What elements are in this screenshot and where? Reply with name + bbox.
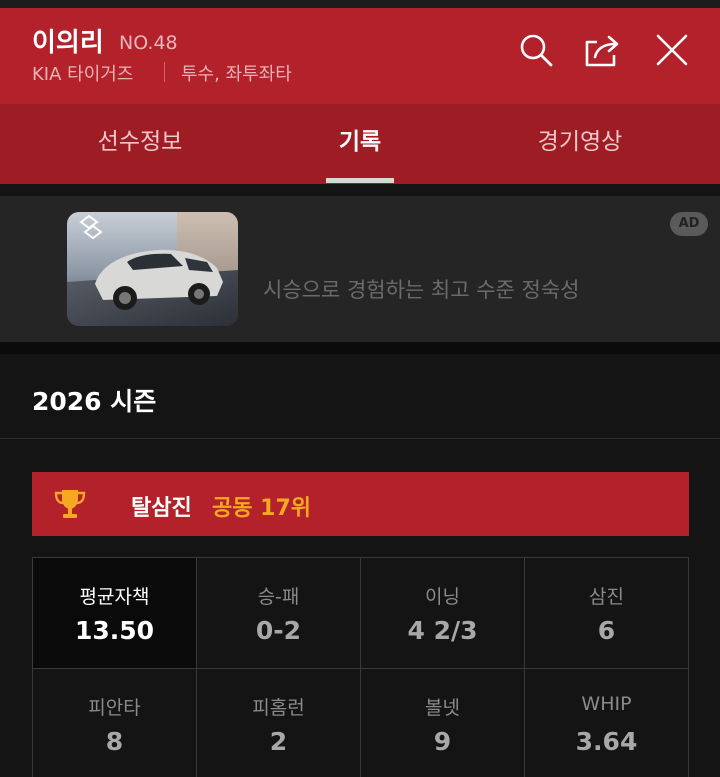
stat-value: 2 — [269, 727, 288, 756]
player-name: 이의리 — [32, 28, 104, 58]
stat-label: 이닝 — [425, 586, 460, 608]
stat-value: 6 — [597, 616, 616, 645]
stat-cell-innings[interactable]: 이닝 4 2/3 — [361, 558, 525, 669]
rank-value: 공동 17위 — [212, 496, 311, 521]
stat-value: 0-2 — [255, 616, 302, 645]
stat-cell-walks[interactable]: 볼넷 9 — [361, 669, 525, 777]
stat-cell-hits-allowed[interactable]: 피안타 8 — [33, 669, 197, 777]
header-divider — [164, 62, 165, 82]
stat-cell-home-runs-allowed[interactable]: 피홈런 2 — [197, 669, 361, 777]
stat-cell-strikeouts[interactable]: 삼진 6 — [525, 558, 689, 669]
stat-label: WHIP — [581, 693, 632, 715]
team-name[interactable]: KIA 타이거즈 — [32, 60, 133, 86]
stat-value: 3.64 — [575, 727, 638, 756]
player-header: 이의리 NO.48 KIA 타이거즈 투수, 좌투좌타 — [0, 8, 720, 104]
stats-grid: 평균자책 13.50 승-패 0-2 이닝 4 2/3 삼진 6 피안타 8 피… — [32, 557, 689, 777]
rank-banner: 탈삼진 공동 17위 — [32, 472, 689, 536]
stat-value: 9 — [433, 727, 452, 756]
stat-cell-era[interactable]: 평균자책 13.50 — [33, 558, 197, 669]
player-position: 투수, 좌투좌타 — [181, 64, 292, 85]
active-tab-indicator — [326, 178, 394, 183]
trophy-icon — [52, 486, 88, 522]
stat-value: 8 — [105, 727, 124, 756]
rank-category: 탈삼진 — [131, 496, 192, 521]
season-title: 2026 시즌 — [32, 387, 157, 416]
status-strip — [0, 0, 720, 8]
stat-value: 13.50 — [74, 616, 155, 645]
tab-game-videos[interactable]: 경기영상 — [460, 104, 700, 184]
tab-player-info[interactable]: 선수정보 — [20, 104, 260, 184]
stat-cell-whip[interactable]: WHIP 3.64 — [525, 669, 689, 777]
stat-label: 승-패 — [257, 586, 300, 608]
player-number: NO.48 — [119, 32, 178, 54]
search-icon[interactable] — [516, 30, 556, 70]
tab-bar: 선수정보 기록 경기영상 — [0, 104, 720, 184]
ad-banner[interactable]: 시승으로 경험하는 최고 수준 정숙성 AD — [0, 196, 720, 342]
stat-value: 4 2/3 — [407, 616, 478, 645]
share-icon[interactable] — [583, 30, 623, 70]
stat-label: 평균자책 — [79, 586, 150, 608]
stat-label: 피홈런 — [252, 697, 305, 719]
stat-label: 삼진 — [589, 586, 624, 608]
stat-cell-win-loss[interactable]: 승-패 0-2 — [197, 558, 361, 669]
tab-records[interactable]: 기록 — [240, 104, 480, 184]
ad-car-image[interactable] — [67, 212, 238, 326]
section-separator — [0, 342, 720, 354]
stat-label: 볼넷 — [425, 697, 460, 719]
ad-badge: AD — [670, 212, 708, 236]
stat-label: 피안타 — [88, 697, 141, 719]
divider — [0, 438, 720, 439]
close-icon[interactable] — [652, 30, 692, 70]
ad-text[interactable]: 시승으로 경험하는 최고 수준 정숙성 — [263, 274, 580, 304]
